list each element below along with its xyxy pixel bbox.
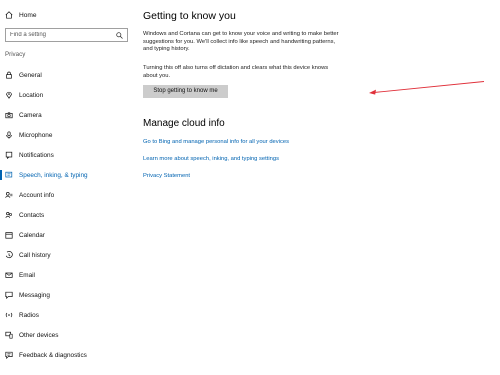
sidebar-item-label: Radios (19, 311, 39, 319)
radios-icon (5, 311, 13, 319)
sidebar-item-call-history[interactable]: Call history (0, 245, 135, 265)
sidebar-item-speech-inking-typing[interactable]: Speech, inking, & typing (0, 165, 135, 185)
sidebar-item-label: Account info (19, 191, 55, 199)
notifications-icon (5, 151, 13, 159)
sidebar-item-notifications[interactable]: Notifications (0, 145, 135, 165)
annotation-arrow (369, 81, 485, 95)
calendar-icon (5, 231, 13, 239)
sidebar-item-messaging[interactable]: Messaging (0, 285, 135, 305)
sidebar-item-camera[interactable]: Camera (0, 105, 135, 125)
sidebar-item-label: Camera (19, 111, 42, 119)
lock-icon (5, 71, 13, 79)
search-input[interactable] (10, 32, 118, 38)
sidebar-item-contacts[interactable]: Contacts (0, 205, 135, 225)
microphone-icon (5, 131, 13, 139)
sidebar-item-label: Other devices (19, 331, 59, 339)
sidebar-item-label: Email (19, 271, 35, 279)
sidebar-item-label: General (19, 71, 42, 79)
sidebar-item-microphone[interactable]: Microphone (0, 125, 135, 145)
other-devices-icon (5, 331, 13, 339)
home-label: Home (19, 11, 37, 19)
stop-getting-to-know-me-button[interactable]: Stop getting to know me (143, 85, 228, 98)
privacy-nav-list: General Location Camera Microphone Notif… (0, 65, 135, 365)
warning-text: Turning this off also turns off dictatio… (143, 65, 329, 79)
camera-icon (5, 111, 13, 119)
sidebar-item-email[interactable]: Email (0, 265, 135, 285)
feedback-icon (5, 351, 13, 359)
sidebar-item-label: Call history (19, 251, 51, 259)
sidebar-item-label: Feedback & diagnostics (19, 351, 87, 359)
sidebar-item-account-info[interactable]: Account info (0, 185, 135, 205)
location-icon (5, 91, 13, 99)
account-info-icon (5, 191, 13, 199)
contacts-icon (5, 211, 13, 219)
sidebar-item-label: Speech, inking, & typing (19, 171, 88, 179)
sidebar-item-general[interactable]: General (0, 65, 135, 85)
messaging-icon (5, 291, 13, 299)
sidebar-item-other-devices[interactable]: Other devices (0, 325, 135, 345)
search-box[interactable] (5, 28, 128, 42)
home-icon (5, 11, 13, 19)
home-nav-item[interactable]: Home (5, 8, 37, 22)
speech-inking-icon (5, 171, 13, 179)
privacy-section-label: Privacy (5, 51, 26, 58)
sidebar-item-label: Location (19, 91, 44, 99)
sidebar-item-label: Microphone (19, 131, 53, 139)
description-text: Windows and Cortana can get to know your… (143, 31, 339, 53)
cloud-section-title: Manage cloud info (143, 118, 225, 129)
privacy-statement-link[interactable]: Privacy Statement (143, 173, 190, 179)
sidebar-item-feedback-diagnostics[interactable]: Feedback & diagnostics (0, 345, 135, 365)
sidebar-item-label: Notifications (19, 151, 54, 159)
learn-more-link[interactable]: Learn more about speech, inking, and typ… (143, 156, 279, 162)
call-history-icon (5, 251, 13, 259)
sidebar-item-radios[interactable]: Radios (0, 305, 135, 325)
sidebar-item-calendar[interactable]: Calendar (0, 225, 135, 245)
sidebar-item-label: Calendar (19, 231, 45, 239)
page-title: Getting to know you (143, 10, 236, 22)
sidebar-item-location[interactable]: Location (0, 85, 135, 105)
sidebar-item-label: Contacts (19, 211, 45, 219)
sidebar-item-label: Messaging (19, 291, 50, 299)
email-icon (5, 271, 13, 279)
search-icon[interactable] (116, 32, 123, 39)
sidebar: Home Privacy General Location Camera (0, 0, 135, 375)
bing-personal-info-link[interactable]: Go to Bing and manage personal info for … (143, 139, 289, 145)
